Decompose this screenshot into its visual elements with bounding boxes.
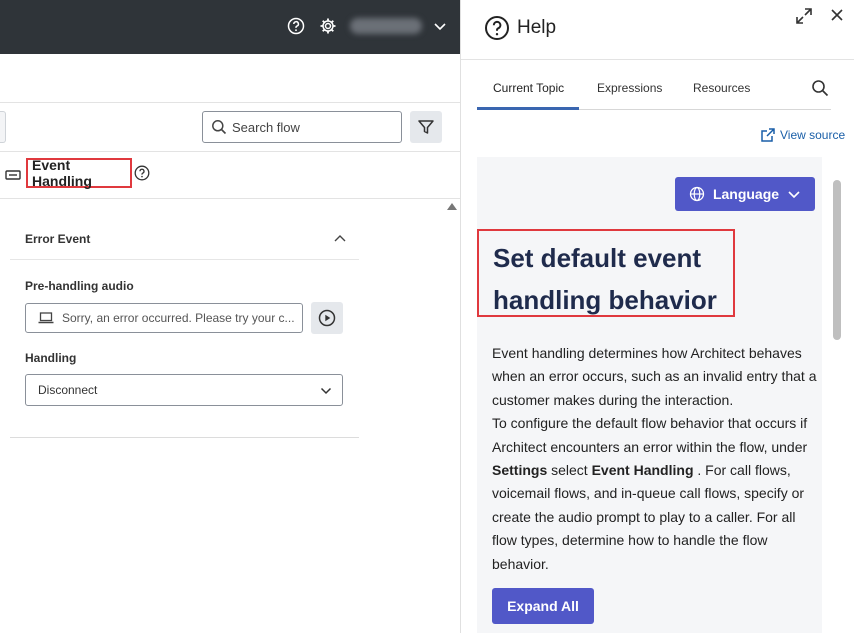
help-scrollbar[interactable] <box>833 180 841 340</box>
active-tab-underline <box>477 107 579 110</box>
chevron-down-icon <box>788 191 800 199</box>
help-paragraph-2: To configure the default flow behavior t… <box>492 415 808 572</box>
search-placeholder: Search flow <box>232 119 300 135</box>
help-body: Event handling determines how Architect … <box>492 342 822 576</box>
flow-toolbar: Search flow <box>0 102 460 152</box>
chevron-down-icon <box>320 387 332 395</box>
expand-all-button[interactable]: Expand All <box>492 588 594 624</box>
view-source-link[interactable]: View source <box>760 127 845 143</box>
language-button[interactable]: Language <box>675 177 815 211</box>
pre-handling-audio-field[interactable]: Sorry, an error occurred. Please try you… <box>25 303 303 333</box>
filter-icon <box>418 120 434 134</box>
play-circle-icon <box>318 309 336 327</box>
help-heading: Set default event handling behavior <box>477 229 735 317</box>
tab-resources[interactable]: Resources <box>693 81 750 95</box>
architect-app: Search flow Event Handling Error Event P… <box>0 0 460 633</box>
ticket-icon <box>5 167 21 188</box>
help-circle-icon <box>484 15 510 46</box>
external-link-icon <box>761 128 775 142</box>
search-icon <box>212 120 227 135</box>
help-header: Help <box>461 0 854 60</box>
handling-select[interactable]: Disconnect <box>25 374 343 406</box>
search-flow-input[interactable]: Search flow <box>202 111 402 143</box>
help-circle-icon[interactable] <box>287 17 305 35</box>
tab-current-topic[interactable]: Current Topic <box>493 81 564 95</box>
tab-expressions[interactable]: Expressions <box>597 81 662 95</box>
top-bar <box>0 0 460 54</box>
help-paragraph-1: Event handling determines how Architect … <box>492 345 817 408</box>
globe-icon <box>689 186 705 202</box>
error-event-card: Error Event Pre-handling audio Sorry, an… <box>10 220 359 438</box>
pre-handling-audio-label: Pre-handling audio <box>25 279 134 293</box>
close-icon[interactable] <box>830 8 844 27</box>
chevron-down-icon[interactable] <box>432 18 448 34</box>
help-title: Help <box>517 17 557 38</box>
filter-button[interactable] <box>410 111 442 143</box>
error-event-title: Error Event <box>25 232 91 246</box>
expand-icon[interactable] <box>794 6 814 31</box>
search-icon[interactable] <box>811 79 829 102</box>
laptop-icon <box>38 312 54 324</box>
toolbar-stub-button[interactable] <box>0 111 6 143</box>
help-panel: Help Current Topic Expressions Resources… <box>460 0 854 633</box>
event-handling-title: Event Handling <box>26 157 132 189</box>
scroll-up-arrow[interactable] <box>447 203 457 210</box>
help-tabs: Current Topic Expressions Resources <box>477 70 831 110</box>
error-event-header[interactable]: Error Event <box>10 220 359 260</box>
handling-select-value: Disconnect <box>38 383 98 397</box>
gear-icon[interactable] <box>319 17 337 35</box>
chevron-up-icon[interactable] <box>333 232 347 251</box>
help-circle-icon[interactable] <box>134 165 150 186</box>
play-audio-button[interactable] <box>311 302 343 334</box>
handling-label: Handling <box>25 351 77 365</box>
pre-handling-audio-value: Sorry, an error occurred. Please try you… <box>62 311 295 325</box>
help-content: Language Set default event handling beha… <box>477 157 822 633</box>
user-name-blurred[interactable] <box>350 18 422 34</box>
